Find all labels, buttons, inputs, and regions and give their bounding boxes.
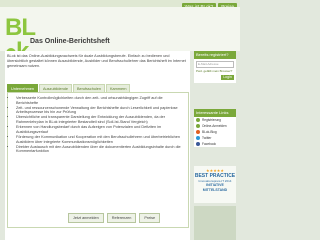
register-now-button[interactable]: Jetzt anmelden xyxy=(68,213,104,223)
best-practice-badge[interactable]: ★★★★★ BEST PRACTICE Innovationspreis-IT … xyxy=(194,166,236,203)
benefits-list: Verbesserte Kontrollmöglichkeiten durch … xyxy=(8,93,188,154)
facebook-icon xyxy=(196,142,200,146)
decorative-background xyxy=(194,206,236,240)
registration-icon xyxy=(196,118,200,122)
login-icon xyxy=(196,124,200,128)
sidebar: Bereits registriert? E-Mail-Adresse Pwd.… xyxy=(194,51,236,240)
references-button[interactable]: Referenzen xyxy=(106,213,137,223)
login-button[interactable]: Login xyxy=(221,75,234,80)
list-item: Förderung der Kommunikation und Kooperat… xyxy=(16,135,185,144)
main-content: BLok ist das Online-Ausbildungsnachweis … xyxy=(5,51,190,240)
list-item: Übersichtliche und transparente Darstell… xyxy=(16,115,185,124)
intro-text: BLok ist das Online-Ausbildungsnachweis … xyxy=(7,54,186,68)
list-item: Erkennen von Handlungsbedarf durch das A… xyxy=(16,125,185,134)
login-box: Bereits registriert? E-Mail-Adresse Pwd.… xyxy=(194,51,236,83)
prices-button[interactable]: Preise xyxy=(139,213,161,223)
list-item: Direkter Austausch mit den Auszubildende… xyxy=(16,145,185,154)
list-item: Verbesserte Kontrollmöglichkeiten durch … xyxy=(16,96,185,105)
link-facebook[interactable]: Facebook xyxy=(194,141,236,147)
blog-icon xyxy=(196,130,200,134)
badge-brand: INITIATIVE MITTELSTAND xyxy=(202,183,228,192)
link-label: Facebook xyxy=(202,142,216,146)
twitter-icon xyxy=(196,136,200,140)
links-heading: Interessante Links xyxy=(194,109,236,117)
login-heading: Bereits registriert? xyxy=(194,51,236,59)
forgot-link[interactable]: Pwd. gefällt mein Browser? xyxy=(196,69,234,73)
tab-panel: Verbesserte Kontrollmöglichkeiten durch … xyxy=(7,92,189,228)
links-box: Interessante Links Registrierung Online-… xyxy=(194,109,236,147)
logo-title: Das Online-Berichtsheft xyxy=(30,38,110,45)
panel-buttons: Jetzt anmelden Referenzen Preise xyxy=(68,213,161,223)
list-item: Zeit- und ressourcenschonende Verwaltung… xyxy=(16,106,185,115)
header: BLk Das Online-Berichtsheft xyxy=(0,7,240,64)
email-field[interactable]: E-Mail-Adresse xyxy=(196,61,234,68)
